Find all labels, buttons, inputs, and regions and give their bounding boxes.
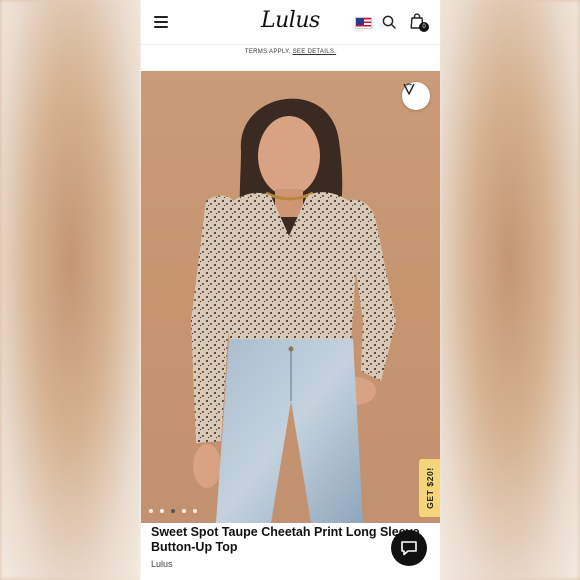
app-screen: Lulus 0 TERMS APPLY. SEE DETAILS. GET $2… <box>141 0 440 580</box>
see-details-link[interactable]: SEE DETAILS. <box>293 49 337 55</box>
product-image-carousel[interactable]: GET $20! <box>141 71 440 523</box>
model-photo <box>191 98 396 523</box>
site-header: Lulus 0 <box>141 0 440 44</box>
carousel-dot[interactable] <box>193 509 197 513</box>
carousel-dot[interactable] <box>160 509 164 513</box>
carousel-dot[interactable] <box>149 509 153 513</box>
get-tab-label: GET $20! <box>424 467 435 509</box>
carousel-dot[interactable] <box>182 509 186 513</box>
promo-strip: TERMS APPLY. SEE DETAILS. <box>141 44 440 71</box>
background-blur-right <box>439 0 580 580</box>
carousel-dots <box>149 509 197 513</box>
brand-name[interactable]: Lulus <box>151 559 173 569</box>
heart-v-icon <box>403 83 415 95</box>
background-blur-left <box>0 0 141 580</box>
terms-text: TERMS APPLY. <box>244 49 291 55</box>
hamburger-icon[interactable] <box>154 16 168 28</box>
chat-bubble-icon <box>401 541 417 556</box>
cart-count-badge: 0 <box>419 22 429 32</box>
carousel-dot-active[interactable] <box>171 509 175 513</box>
get-20-promo-tab[interactable]: GET $20! <box>419 459 440 517</box>
search-icon[interactable] <box>382 15 396 29</box>
chat-button[interactable] <box>391 530 427 566</box>
favorite-button[interactable] <box>402 82 430 110</box>
brand-logo[interactable]: Lulus <box>261 8 320 33</box>
us-flag-icon[interactable] <box>355 17 372 29</box>
